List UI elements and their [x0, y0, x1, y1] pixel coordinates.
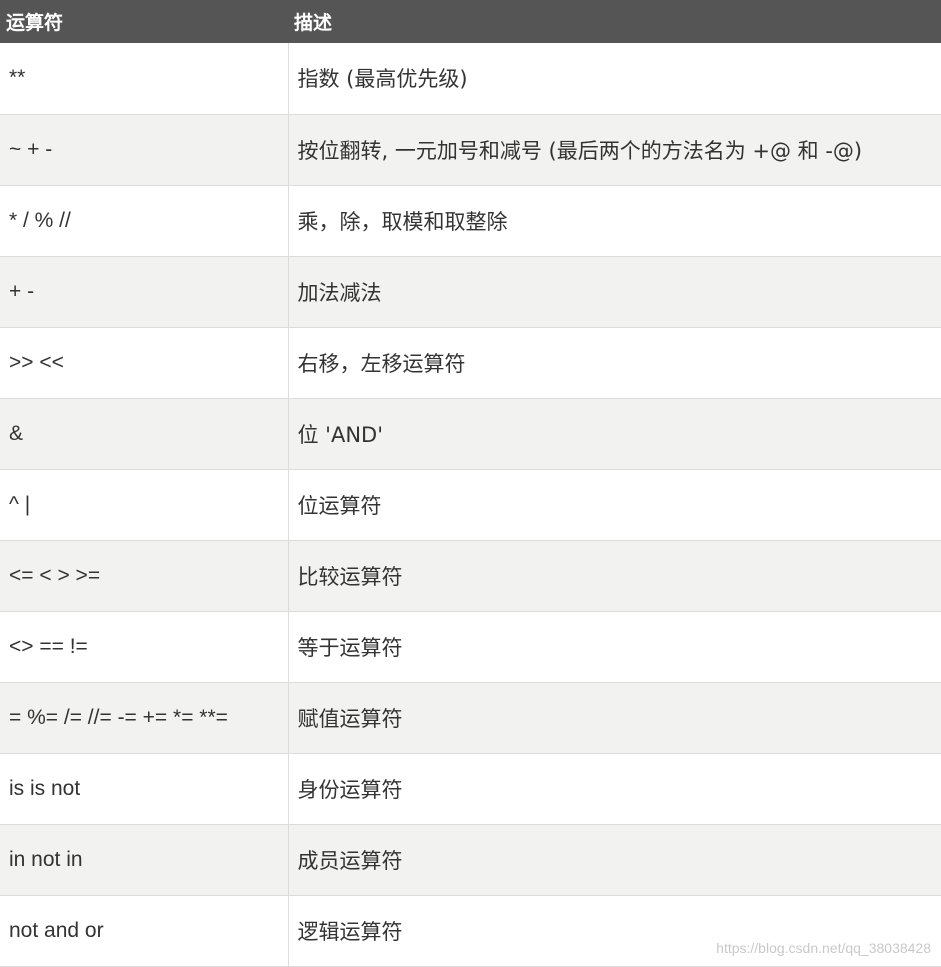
operator-cell: = %= /= //= -= += *= **=	[0, 682, 289, 753]
operator-cell: <= < > >=	[0, 540, 289, 611]
table-row: <= < > >= 比较运算符	[0, 540, 941, 611]
description-cell: 指数 (最高优先级)	[297, 67, 468, 92]
header-row: 运算符 描述	[0, 0, 941, 43]
operator-cell: **	[0, 43, 289, 114]
operator-cell: &	[0, 398, 289, 469]
description-cell: 位运算符	[297, 493, 382, 518]
table-row: is is not 身份运算符	[0, 753, 941, 824]
header-description: 描述	[294, 12, 333, 34]
description-cell: 按位翻转, 一元加号和减号 (最后两个的方法名为 +@ 和 -@)	[297, 138, 863, 163]
table-row: in not in 成员运算符	[0, 824, 941, 895]
table-row: + - 加法减法	[0, 256, 941, 327]
description-cell: 赋值运算符	[297, 706, 403, 731]
table-row: ~ + - 按位翻转, 一元加号和减号 (最后两个的方法名为 +@ 和 -@)	[0, 114, 941, 185]
table-body: ** 指数 (最高优先级) ~ + - 按位翻转, 一元加号和减号 (最后两个的…	[0, 43, 941, 966]
operator-cell: ~ + -	[0, 114, 289, 185]
operator-cell: not and or	[0, 895, 289, 966]
table-row: * / % // 乘，除，取模和取整除	[0, 185, 941, 256]
header-operator: 运算符	[6, 12, 64, 34]
table-row: = %= /= //= -= += *= **= 赋值运算符	[0, 682, 941, 753]
description-cell: 位 'AND'	[297, 422, 383, 447]
description-cell: 成员运算符	[297, 848, 403, 873]
description-cell: 比较运算符	[297, 564, 403, 589]
description-cell: 加法减法	[297, 280, 382, 305]
watermark: https://blog.csdn.net/qq_38038428	[716, 940, 931, 956]
table-row: <> == != 等于运算符	[0, 611, 941, 682]
table-row: >> << 右移，左移运算符	[0, 327, 941, 398]
operator-precedence-table: 运算符 描述 ** 指数 (最高优先级) ~ + - 按位翻转, 一元加号和减号…	[0, 0, 941, 967]
operator-cell: ^ |	[0, 469, 289, 540]
table-header: 运算符 描述	[0, 0, 941, 43]
operator-cell: in not in	[0, 824, 289, 895]
description-cell: 等于运算符	[297, 635, 403, 660]
operator-cell: <> == !=	[0, 611, 289, 682]
operator-cell: + -	[0, 256, 289, 327]
description-cell: 右移，左移运算符	[297, 351, 466, 376]
table-row: & 位 'AND'	[0, 398, 941, 469]
operator-cell: >> <<	[0, 327, 289, 398]
description-cell: 身份运算符	[297, 777, 403, 802]
description-cell: 乘，除，取模和取整除	[297, 209, 508, 234]
operator-cell: is is not	[0, 753, 289, 824]
table-row: ^ | 位运算符	[0, 469, 941, 540]
table-row: ** 指数 (最高优先级)	[0, 43, 941, 114]
operator-cell: * / % //	[0, 185, 289, 256]
